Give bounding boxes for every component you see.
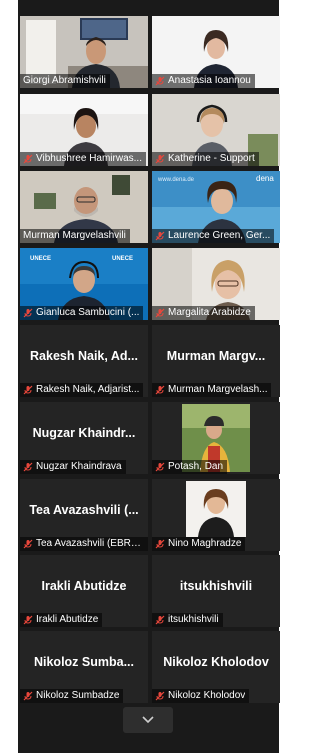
participant-name: Katherine - Support [168, 153, 255, 164]
muted-microphone-icon [23, 308, 33, 318]
participant-display-name: Nikoloz Sumba... [33, 655, 134, 669]
participant-tile-giorgi-abramishvili[interactable]: Giorgi Abramishvili [20, 16, 148, 88]
muted-microphone-icon [155, 385, 165, 395]
participant-tile-nino-maghradze[interactable]: Nino Maghradze [152, 479, 280, 551]
muted-microphone-icon [155, 308, 165, 318]
participant-tile-anastasia-ioannou[interactable]: Anastasia Ioannou [152, 16, 280, 88]
dena-logo-text: dena [256, 174, 274, 183]
muted-microphone-icon [155, 231, 165, 241]
scroll-down-button[interactable] [123, 707, 173, 733]
muted-microphone-icon [155, 539, 165, 549]
participant-name: itsukhishvili [168, 614, 219, 625]
participant-name-tag: Irakli Abutidze [20, 613, 103, 627]
participant-name: Vibhushree Hamirwas... [36, 153, 142, 164]
participant-name-tag: Vibhushree Hamirwas... [20, 152, 146, 166]
muted-microphone-icon [23, 539, 33, 549]
participant-tile-margalita-arabidze[interactable]: Margalita Arabidze [152, 248, 280, 320]
participant-display-name: Nikoloz Kholodov [163, 655, 269, 669]
participant-name: Nino Maghradze [168, 538, 242, 549]
muted-microphone-icon [155, 615, 165, 625]
participant-name-tag: Gianluca Sambucini (... [20, 306, 144, 320]
participant-display-name: Irakli Abutidze [41, 579, 127, 593]
participant-tile-laurence-green[interactable]: www.dena.de dena Laurence Green, Ger... [152, 171, 280, 243]
muted-microphone-icon [155, 76, 165, 86]
participant-name-tag: Katherine - Support [152, 152, 259, 166]
muted-microphone-icon [155, 154, 165, 164]
participant-tile-katherine-support[interactable]: Katherine - Support [152, 94, 280, 166]
participant-tile-murman-margvelashvili-2[interactable]: Murman Margv... Murman Margvelash... [152, 325, 280, 397]
participant-name-tag: Potash, Dan [152, 460, 228, 474]
participant-name: Nikoloz Sumbadze [36, 690, 120, 701]
participant-name: Potash, Dan [168, 461, 224, 472]
participant-display-name: Tea Avazashvili (... [29, 503, 139, 517]
participant-tile-nikoloz-kholodov[interactable]: Nikoloz Kholodov Nikoloz Kholodov [152, 631, 280, 703]
participant-display-name: Nugzar Khaindr... [32, 426, 136, 440]
muted-microphone-icon [23, 691, 33, 701]
participant-name-tag: Nino Maghradze [152, 537, 246, 551]
participant-display-name: Murman Margv... [166, 349, 266, 363]
participant-name-tag: Anastasia Ioannou [152, 74, 255, 88]
participant-name-tag: Rakesh Naik, Adjarist... [20, 383, 144, 397]
participant-name: Irakli Abutidze [36, 614, 99, 625]
participant-name-tag: Giorgi Abramishvili [20, 74, 110, 88]
participant-name-tag: Laurence Green, Ger... [152, 229, 275, 243]
muted-microphone-icon [23, 462, 33, 472]
muted-microphone-icon [23, 615, 33, 625]
participant-name: Anastasia Ioannou [168, 75, 251, 86]
gallery-view: Giorgi Abramishvili Anastasia Ioannou Vi… [18, 0, 280, 753]
dena-url-text: www.dena.de [157, 177, 195, 183]
participant-name: Rakesh Naik, Adjarist... [36, 384, 140, 395]
participant-name-tag: Nikoloz Sumbadze [20, 689, 124, 703]
participant-name: Gianluca Sambucini (... [36, 307, 140, 318]
participant-name: Laurence Green, Ger... [168, 230, 271, 241]
participant-name: Tea Avazashvili (EBRD... [36, 538, 144, 549]
participant-tile-murman-margvelashvili[interactable]: Murman Margvelashvili [20, 171, 148, 243]
participant-name-tag: Nugzar Khaindrava [20, 460, 126, 474]
participant-tile-itsukhishvili[interactable]: itsukhishvili itsukhishvili [152, 555, 280, 627]
participant-display-name: Rakesh Naik, Ad... [30, 349, 138, 363]
participant-name-tag: Murman Margvelash... [152, 383, 272, 397]
participant-name: Margalita Arabidze [168, 307, 251, 318]
muted-microphone-icon [155, 462, 165, 472]
participant-name-tag: itsukhishvili [152, 613, 223, 627]
participant-name: Nugzar Khaindrava [36, 461, 122, 472]
participant-tile-irakli-abutidze[interactable]: Irakli Abutidze Irakli Abutidze [20, 555, 148, 627]
participant-name: Murman Margvelash... [168, 384, 268, 395]
participant-tile-rakesh-naik[interactable]: Rakesh Naik, Ad... Rakesh Naik, Adjarist… [20, 325, 148, 397]
participant-tile-vibhushree[interactable]: Vibhushree Hamirwas... [20, 94, 148, 166]
participant-tile-nikoloz-sumbadze[interactable]: Nikoloz Sumba... Nikoloz Sumbadze [20, 631, 148, 703]
participant-tile-gianluca-sambucini[interactable]: UNECE UNECE Gianluca Sambucini (... [20, 248, 148, 320]
participant-tile-potash-dan[interactable]: Potash, Dan [152, 402, 280, 474]
participant-name-tag: Tea Avazashvili (EBRD... [20, 537, 148, 551]
participant-display-name: itsukhishvili [179, 579, 253, 593]
participant-name: Nikoloz Kholodov [168, 690, 246, 701]
participant-name-tag: Murman Margvelashvili [20, 229, 130, 243]
muted-microphone-icon [23, 385, 33, 395]
participant-tile-tea-avazashvili[interactable]: Tea Avazashvili (... Tea Avazashvili (EB… [20, 479, 148, 551]
participant-name: Giorgi Abramishvili [23, 75, 106, 86]
unece-logo-text: UNECE [30, 256, 51, 262]
unece-logo-text: UNECE [112, 256, 133, 262]
muted-microphone-icon [23, 154, 33, 164]
participant-tile-nugzar-khaindrava[interactable]: Nugzar Khaindr... Nugzar Khaindrava [20, 402, 148, 474]
participant-name: Murman Margvelashvili [23, 230, 126, 241]
muted-microphone-icon [155, 691, 165, 701]
participant-name-tag: Margalita Arabidze [152, 306, 255, 320]
chevron-down-icon [142, 716, 154, 724]
participant-name-tag: Nikoloz Kholodov [152, 689, 250, 703]
